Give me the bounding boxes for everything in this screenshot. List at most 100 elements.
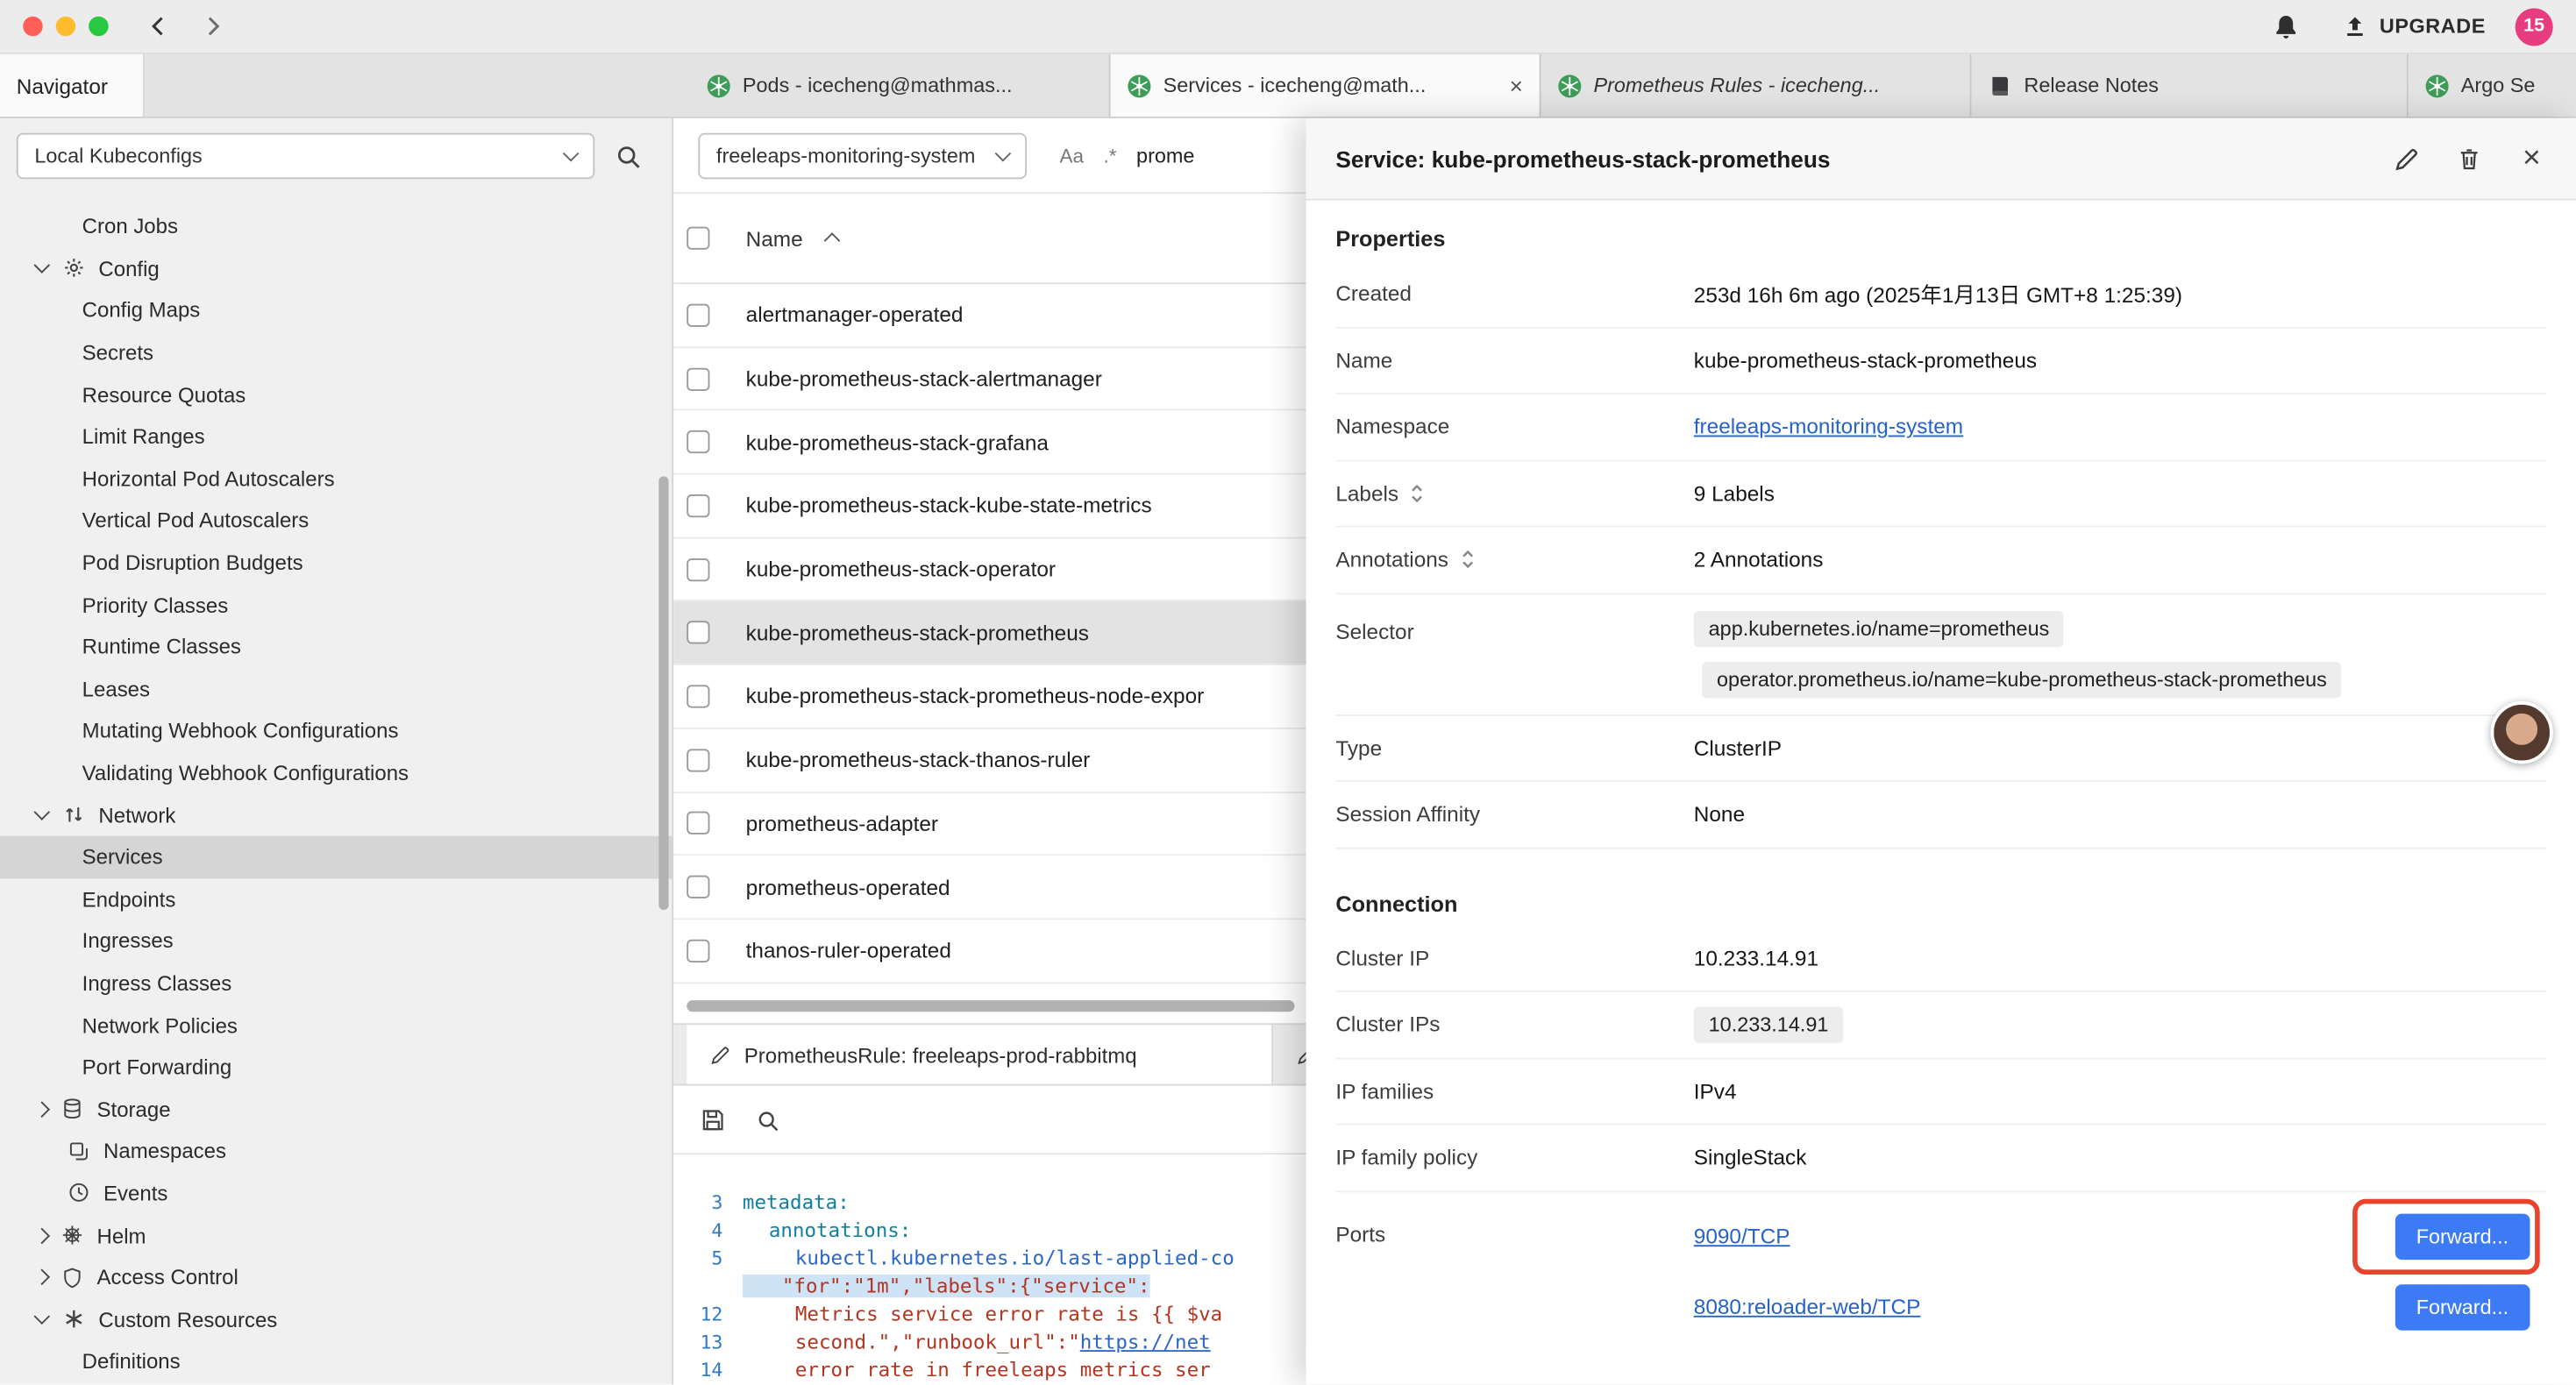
namespace-select[interactable]: freeleaps-monitoring-system xyxy=(698,132,1027,178)
line-number: 3 xyxy=(673,1190,743,1212)
name-column-header[interactable]: Name xyxy=(746,226,803,251)
sidebar-group-config[interactable]: Config xyxy=(0,247,672,289)
row-checkbox[interactable] xyxy=(687,812,709,835)
sidebar-group-access-control[interactable]: Access Control xyxy=(0,1256,672,1298)
notification-count-badge[interactable]: 15 xyxy=(2516,7,2553,45)
delete-button[interactable] xyxy=(2454,144,2484,174)
chevron-down-icon[interactable] xyxy=(34,1309,51,1325)
chevron-down-icon[interactable] xyxy=(34,258,51,274)
edit-button[interactable] xyxy=(2392,144,2422,174)
namespace-link[interactable]: freeleaps-monitoring-system xyxy=(1694,415,1963,439)
row-checkbox[interactable] xyxy=(687,621,709,644)
sidebar-item-vertical-pod-autoscalers[interactable]: Vertical Pod Autoscalers xyxy=(0,500,672,542)
sidebar-item-label: Services xyxy=(82,844,163,869)
sidebar-item-port-forwarding[interactable]: Port Forwarding xyxy=(0,1046,672,1088)
forward-button[interactable]: Forward... xyxy=(2395,1283,2530,1329)
tab-pods[interactable]: Pods - icecheng@mathmas... xyxy=(690,54,1111,117)
sidebar-search-button[interactable] xyxy=(615,142,643,170)
row-checkbox[interactable] xyxy=(687,303,709,326)
sidebar-item-validating-webhook-configurations[interactable]: Validating Webhook Configurations xyxy=(0,752,672,794)
back-button[interactable] xyxy=(138,6,177,46)
match-case-toggle[interactable]: Aa xyxy=(1060,144,1085,167)
sidebar-item-leases[interactable]: Leases xyxy=(0,668,672,710)
pencil-icon xyxy=(2394,146,2420,172)
row-checkbox[interactable] xyxy=(687,430,709,453)
sidebar-item-events[interactable]: Events xyxy=(0,1172,672,1214)
chevron-right-icon[interactable] xyxy=(34,1101,51,1118)
row-checkbox[interactable] xyxy=(687,685,709,707)
sidebar-item-config-maps[interactable]: Config Maps xyxy=(0,289,672,331)
kubeconfig-select[interactable]: Local Kubeconfigs xyxy=(17,133,595,179)
row-checkbox[interactable] xyxy=(687,876,709,898)
regex-toggle[interactable]: .* xyxy=(1104,144,1117,167)
properties-heading: Properties xyxy=(1335,227,2546,252)
sidebar-item-network-policies[interactable]: Network Policies xyxy=(0,1004,672,1046)
upgrade-button[interactable]: UPGRADE xyxy=(2344,14,2486,39)
sidebar-item-ingresses[interactable]: Ingresses xyxy=(0,920,672,962)
yaml-string: second.","runbook_url":" xyxy=(743,1330,1080,1353)
row-checkbox[interactable] xyxy=(687,939,709,962)
expand-collapse-icon[interactable] xyxy=(1410,482,1425,503)
trash-icon xyxy=(2456,146,2482,172)
forward-button[interactable]: Forward... xyxy=(2395,1213,2530,1259)
sidebar-item-resource-quotas[interactable]: Resource Quotas xyxy=(0,373,672,416)
row-checkbox[interactable] xyxy=(687,494,709,517)
save-button[interactable] xyxy=(700,1107,726,1133)
chevron-down-icon[interactable] xyxy=(34,804,51,820)
sidebar-item-label: Port Forwarding xyxy=(82,1055,232,1079)
row-checkbox[interactable] xyxy=(687,367,709,390)
property-label: Type xyxy=(1335,735,1693,760)
navigator-panel-tab[interactable]: Navigator xyxy=(0,54,145,117)
sidebar-item-runtime-classes[interactable]: Runtime Classes xyxy=(0,626,672,668)
services-search-input[interactable]: Aa .* prome xyxy=(1060,144,1195,167)
minimize-window-button[interactable] xyxy=(56,17,75,36)
sidebar-group-label: Access Control xyxy=(97,1265,238,1289)
tab-close-icon[interactable]: × xyxy=(1510,72,1523,98)
port-line: 9090/TCP Forward... xyxy=(1694,1211,2546,1261)
sidebar-item-secrets[interactable]: Secrets xyxy=(0,331,672,373)
sidebar-item-endpoints[interactable]: Endpoints xyxy=(0,877,672,920)
drawer-actions: × xyxy=(2392,144,2546,174)
sidebar-scrollbar[interactable] xyxy=(658,476,668,910)
sidebar-item-services[interactable]: Services xyxy=(0,836,672,878)
tab-prometheus-rules[interactable]: Prometheus Rules - icecheng... xyxy=(1541,54,1972,117)
zoom-window-button[interactable] xyxy=(89,17,108,36)
close-icon[interactable]: × xyxy=(2517,144,2547,174)
row-checkbox[interactable] xyxy=(687,558,709,580)
user-avatar[interactable] xyxy=(2491,701,2553,764)
editor-tab-prometheusrule[interactable]: PrometheusRule: freeleaps-prod-rabbitmq xyxy=(687,1025,1273,1083)
sidebar-item-priority-classes[interactable]: Priority Classes xyxy=(0,584,672,626)
chevron-right-icon[interactable] xyxy=(34,1227,51,1244)
horizontal-scrollbar[interactable] xyxy=(687,1000,1294,1012)
property-label: IP family policy xyxy=(1335,1145,1693,1169)
sidebar-group-storage[interactable]: Storage xyxy=(0,1088,672,1130)
close-window-button[interactable] xyxy=(23,17,42,36)
chevron-right-icon[interactable] xyxy=(34,1269,51,1286)
sidebar-item-pod-disruption-budgets[interactable]: Pod Disruption Budgets xyxy=(0,542,672,584)
sidebar-filter-row: Local Kubeconfigs xyxy=(0,118,672,186)
sidebar-item-ingress-classes[interactable]: Ingress Classes xyxy=(0,962,672,1004)
expand-collapse-icon[interactable] xyxy=(1460,549,1475,570)
property-row-ip-family-policy: IP family policy SingleStack xyxy=(1335,1125,2546,1191)
notifications-bell-icon[interactable] xyxy=(2267,8,2303,44)
sidebar-item-cron-jobs[interactable]: Cron Jobs xyxy=(0,205,672,247)
sidebar-item-limit-ranges[interactable]: Limit Ranges xyxy=(0,416,672,458)
sidebar-group-helm[interactable]: Helm xyxy=(0,1214,672,1256)
select-all-checkbox[interactable] xyxy=(687,227,709,250)
tab-argo[interactable]: Argo Se xyxy=(2409,54,2576,117)
port-link[interactable]: 8080:reloader-web/TCP xyxy=(1694,1294,1921,1318)
sidebar-group-custom-resources[interactable]: Custom Resources xyxy=(0,1298,672,1340)
tab-services[interactable]: Services - icecheng@math... × xyxy=(1111,54,1541,117)
editor-search-button[interactable] xyxy=(756,1108,780,1133)
sidebar-item-mutating-webhook-configurations[interactable]: Mutating Webhook Configurations xyxy=(0,710,672,752)
tab-release-notes[interactable]: Release Notes xyxy=(1971,54,2408,117)
row-checkbox[interactable] xyxy=(687,749,709,771)
sidebar-group-network[interactable]: Network xyxy=(0,794,672,836)
port-link[interactable]: 9090/TCP xyxy=(1694,1224,1790,1248)
sidebar-item-horizontal-pod-autoscalers[interactable]: Horizontal Pod Autoscalers xyxy=(0,458,672,500)
sidebar-item-namespaces[interactable]: Namespaces xyxy=(0,1130,672,1172)
property-value: SingleStack xyxy=(1694,1145,1807,1169)
sidebar-item-definitions[interactable]: Definitions xyxy=(0,1340,672,1382)
forward-button[interactable] xyxy=(194,6,233,46)
tab-strip: Navigator Pods - icecheng@mathmas... Ser… xyxy=(0,54,2576,118)
